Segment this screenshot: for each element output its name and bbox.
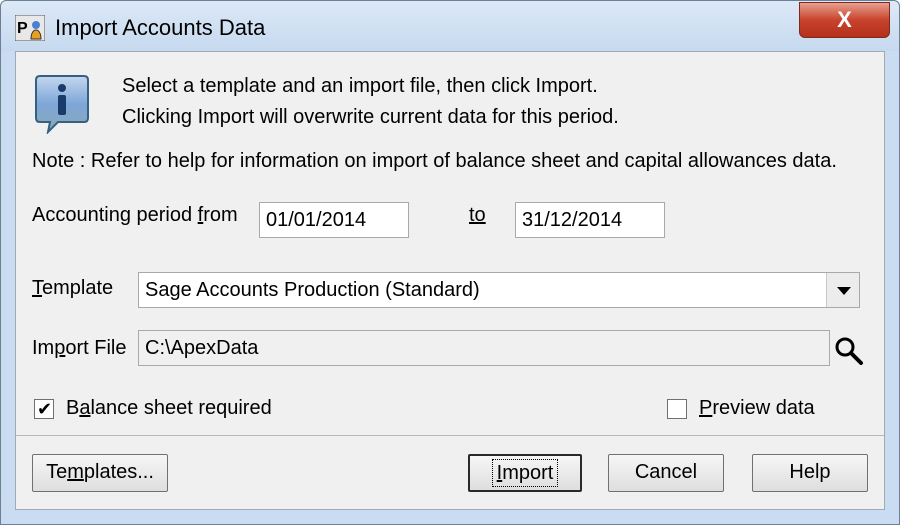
period-from-label-post: rom — [203, 204, 238, 226]
balance-sheet-label: Balance sheet required — [66, 397, 272, 420]
preview-data-label-access: P — [699, 397, 713, 419]
cancel-button[interactable]: Cancel — [608, 454, 724, 492]
balance-sheet-label-post: lance sheet required — [90, 397, 272, 419]
period-from-label: Accounting period from — [32, 204, 238, 227]
info-line-2: Clicking Import will overwrite current d… — [122, 106, 619, 128]
import-accounts-dialog: P Import Accounts Data X Select a templa… — [0, 0, 900, 525]
info-bubble-icon — [35, 75, 89, 134]
period-from-label-pre: Accounting period — [32, 204, 198, 226]
import-file-label-post: ort File — [65, 337, 127, 359]
template-label: Template — [32, 277, 113, 300]
import-file-label: Import File — [32, 337, 126, 360]
chevron-down-icon[interactable] — [826, 273, 859, 307]
templates-button-post: plates... — [83, 461, 154, 483]
import-file-label-pre: Im — [32, 337, 55, 359]
import-button-post: mport — [502, 462, 554, 484]
checkmark-icon: ✔ — [37, 399, 53, 419]
templates-button-pre: Te — [46, 461, 68, 483]
window-title: Import Accounts Data — [55, 15, 266, 40]
templates-button[interactable]: Templates... — [32, 454, 168, 492]
import-file-field[interactable]: C:\ApexData — [138, 330, 830, 366]
app-icon: P — [15, 15, 45, 41]
template-label-rest: emplate — [42, 277, 114, 299]
options-panel: Select a template and an import file, th… — [16, 52, 884, 436]
import-file-label-access: p — [54, 337, 66, 359]
preview-data-label-post: review data — [712, 397, 815, 419]
template-dropdown[interactable]: Sage Accounts Production (Standard) — [138, 272, 860, 308]
period-to-label: to — [469, 204, 486, 226]
import-button-focus: Import — [491, 459, 559, 487]
magnifier-icon[interactable] — [834, 336, 864, 366]
balance-sheet-label-access: a — [79, 397, 91, 419]
help-button[interactable]: Help — [752, 454, 868, 492]
period-from-field[interactable]: 01/01/2014 — [259, 202, 409, 238]
preview-data-label: Preview data — [699, 397, 815, 420]
balance-sheet-label-pre: B — [66, 397, 80, 419]
template-selected-value: Sage Accounts Production (Standard) — [145, 279, 480, 301]
template-label-access: T — [32, 277, 42, 299]
preview-data-checkbox[interactable] — [667, 399, 687, 419]
import-button[interactable]: Import — [468, 454, 582, 492]
note-text: Note : Refer to help for information on … — [32, 150, 837, 172]
period-to-field[interactable]: 31/12/2014 — [515, 202, 665, 238]
close-button[interactable]: X — [799, 2, 890, 38]
title-bar: P Import Accounts Data X — [1, 1, 899, 51]
balance-sheet-checkbox[interactable]: ✔ — [34, 399, 54, 419]
svg-text:P: P — [17, 20, 28, 37]
templates-button-access: m — [67, 461, 84, 483]
info-line-1: Select a template and an import file, th… — [122, 75, 598, 97]
dialog-body: Select a template and an import file, th… — [15, 51, 885, 510]
